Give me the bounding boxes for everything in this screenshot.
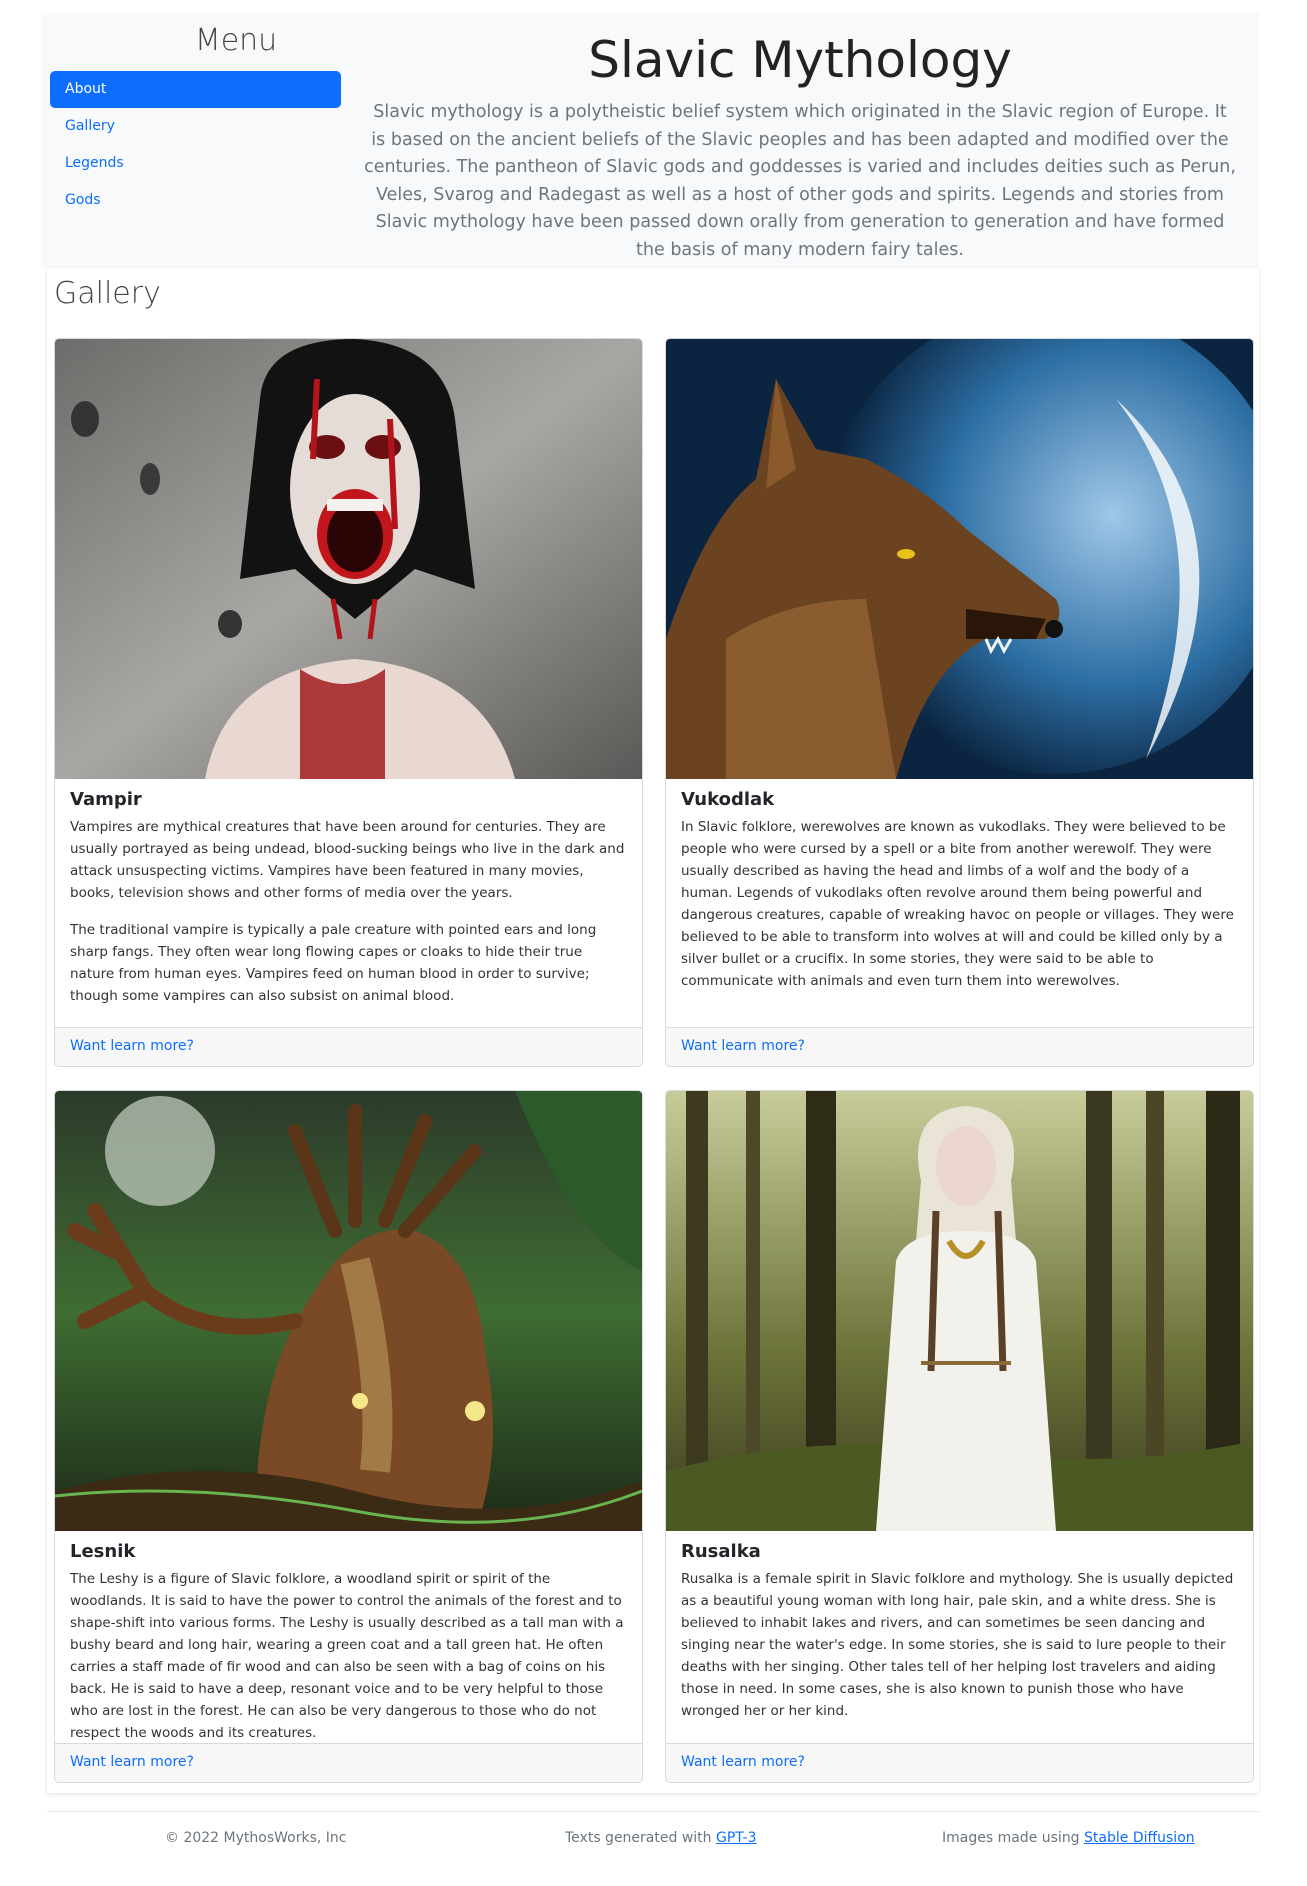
forest-spirit-image [55, 1091, 642, 1531]
card-body: Lesnik The Leshy is a figure of Slavic f… [70, 1541, 627, 1759]
card-title: Vampir [70, 789, 142, 810]
card-text: Rusalka is a female spirit in Slavic fol… [681, 1571, 1234, 1719]
card-rusalka: Rusalka Rusalka is a female spirit in Sl… [665, 1090, 1254, 1783]
footer-texts-credit: Texts generated with GPT-3 [565, 1830, 757, 1846]
card-footer: Want learn more? [666, 1027, 1253, 1066]
werewolf-moon-image [666, 339, 1253, 779]
gallery-section: Gallery Vampir Vampires are mythical cre… [47, 268, 1259, 1793]
intro-text: Slavic mythology is a polytheistic belie… [364, 102, 1236, 260]
card-footer: Want learn more? [55, 1027, 642, 1066]
card-body: Vukodlak In Slavic folklore, werewolves … [681, 789, 1238, 1007]
forest-maiden-image [666, 1091, 1253, 1531]
stable-diffusion-link[interactable]: Stable Diffusion [1084, 1830, 1195, 1846]
gallery-heading: Gallery [54, 276, 161, 311]
card-body: Rusalka Rusalka is a female spirit in Sl… [681, 1541, 1238, 1737]
card-vukodlak: Vukodlak In Slavic folklore, werewolves … [665, 338, 1254, 1067]
menu-title: Menu [194, 23, 278, 58]
card-footer: Want learn more? [666, 1743, 1253, 1782]
menu-item-gallery[interactable]: Gallery [50, 108, 341, 145]
card-title: Rusalka [681, 1541, 761, 1562]
learn-more-link[interactable]: Want learn more? [70, 1038, 194, 1054]
vampire-woman-image [55, 339, 642, 779]
card-body: Vampir Vampires are mythical creatures t… [70, 789, 627, 1022]
card-vampir: Vampir Vampires are mythical creatures t… [54, 338, 643, 1067]
footer-texts-prefix: Texts generated with [565, 1830, 716, 1846]
card-footer: Want learn more? [55, 1743, 642, 1782]
card-text: The traditional vampire is typically a p… [70, 922, 597, 1004]
footer-images-credit: Images made using Stable Diffusion [942, 1830, 1195, 1846]
footer-images-prefix: Images made using [942, 1830, 1085, 1846]
card-title: Vukodlak [681, 789, 775, 810]
menu-item-gods[interactable]: Gods [50, 182, 341, 219]
card-text: The Leshy is a figure of Slavic folklore… [70, 1571, 624, 1741]
card-title: Lesnik [70, 1541, 136, 1562]
header: Menu About Gallery Legends Gods Slavic M… [41, 13, 1259, 268]
learn-more-link[interactable]: Want learn more? [681, 1038, 805, 1054]
footer-divider [47, 1811, 1259, 1812]
learn-more-link[interactable]: Want learn more? [681, 1754, 805, 1770]
card-text: Vampires are mythical creatures that hav… [70, 819, 625, 901]
card-text: In Slavic folklore, werewolves are known… [681, 819, 1234, 989]
side-menu: About Gallery Legends Gods [50, 71, 341, 219]
page-title: Slavic Mythology [588, 31, 1012, 89]
footer-copyright: © 2022 MythosWorks, Inc [165, 1830, 347, 1846]
card-lesnik: Lesnik The Leshy is a figure of Slavic f… [54, 1090, 643, 1783]
gpt3-link[interactable]: GPT-3 [716, 1830, 757, 1846]
menu-item-about[interactable]: About [50, 71, 341, 108]
menu-item-legends[interactable]: Legends [50, 145, 341, 182]
learn-more-link[interactable]: Want learn more? [70, 1754, 194, 1770]
